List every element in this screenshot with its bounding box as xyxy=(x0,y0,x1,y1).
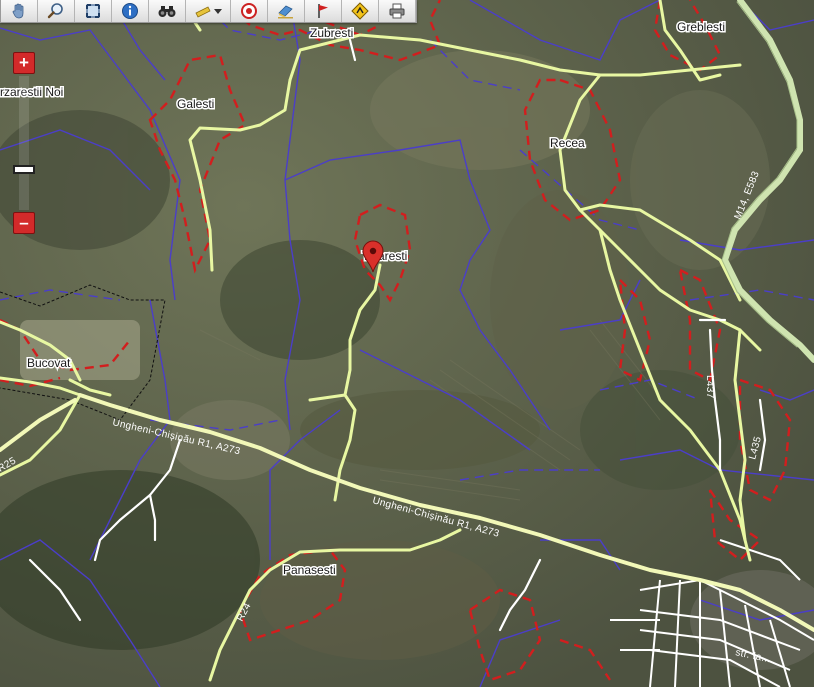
label-bucovat: Bucovat xyxy=(27,356,71,370)
map-toolbar xyxy=(0,0,417,23)
zoom-extent-icon xyxy=(86,4,100,18)
pan-tool-button[interactable] xyxy=(1,0,38,22)
traffic-sign-icon xyxy=(351,2,369,20)
traffic-sign-button[interactable] xyxy=(342,0,379,22)
zoom-tool-button[interactable] xyxy=(38,0,75,22)
zoom-out-button[interactable]: – xyxy=(13,212,35,234)
zoom-slider-handle[interactable] xyxy=(13,165,35,174)
eraser-icon xyxy=(278,5,293,19)
search-button[interactable] xyxy=(149,0,186,22)
zoom-magnifier-icon xyxy=(47,3,63,19)
label-zubresti: Zubresti xyxy=(310,26,353,40)
satellite-map[interactable]: Zubresti Greblesti rzarestii Noi Galesti… xyxy=(0,0,814,687)
label-recea: Recea xyxy=(550,136,585,150)
target-icon xyxy=(241,3,257,19)
zoom-control: + – xyxy=(13,52,35,234)
print-button[interactable] xyxy=(379,0,416,22)
printer-icon xyxy=(389,3,405,19)
pan-hand-icon xyxy=(12,3,24,19)
info-icon xyxy=(122,3,138,19)
measure-dropdown-button[interactable] xyxy=(186,0,231,22)
label-road-l437: L437 xyxy=(704,375,715,399)
target-button[interactable] xyxy=(231,0,268,22)
clear-button[interactable] xyxy=(268,0,305,22)
binoculars-icon xyxy=(158,6,176,17)
chevron-down-icon xyxy=(214,9,222,14)
label-panasesti: Panasesti xyxy=(283,563,336,577)
flag-icon xyxy=(318,4,328,18)
zoom-extent-button[interactable] xyxy=(75,0,112,22)
flag-button[interactable] xyxy=(305,0,342,22)
info-button[interactable] xyxy=(112,0,149,22)
zoom-in-button[interactable]: + xyxy=(13,52,35,74)
label-galesti: Galesti xyxy=(177,97,214,111)
label-greblesti: Greblesti xyxy=(677,20,725,34)
bucovat-builtup xyxy=(20,320,140,380)
measure-ruler-icon xyxy=(195,6,211,18)
zoom-slider-track[interactable] xyxy=(19,76,29,210)
